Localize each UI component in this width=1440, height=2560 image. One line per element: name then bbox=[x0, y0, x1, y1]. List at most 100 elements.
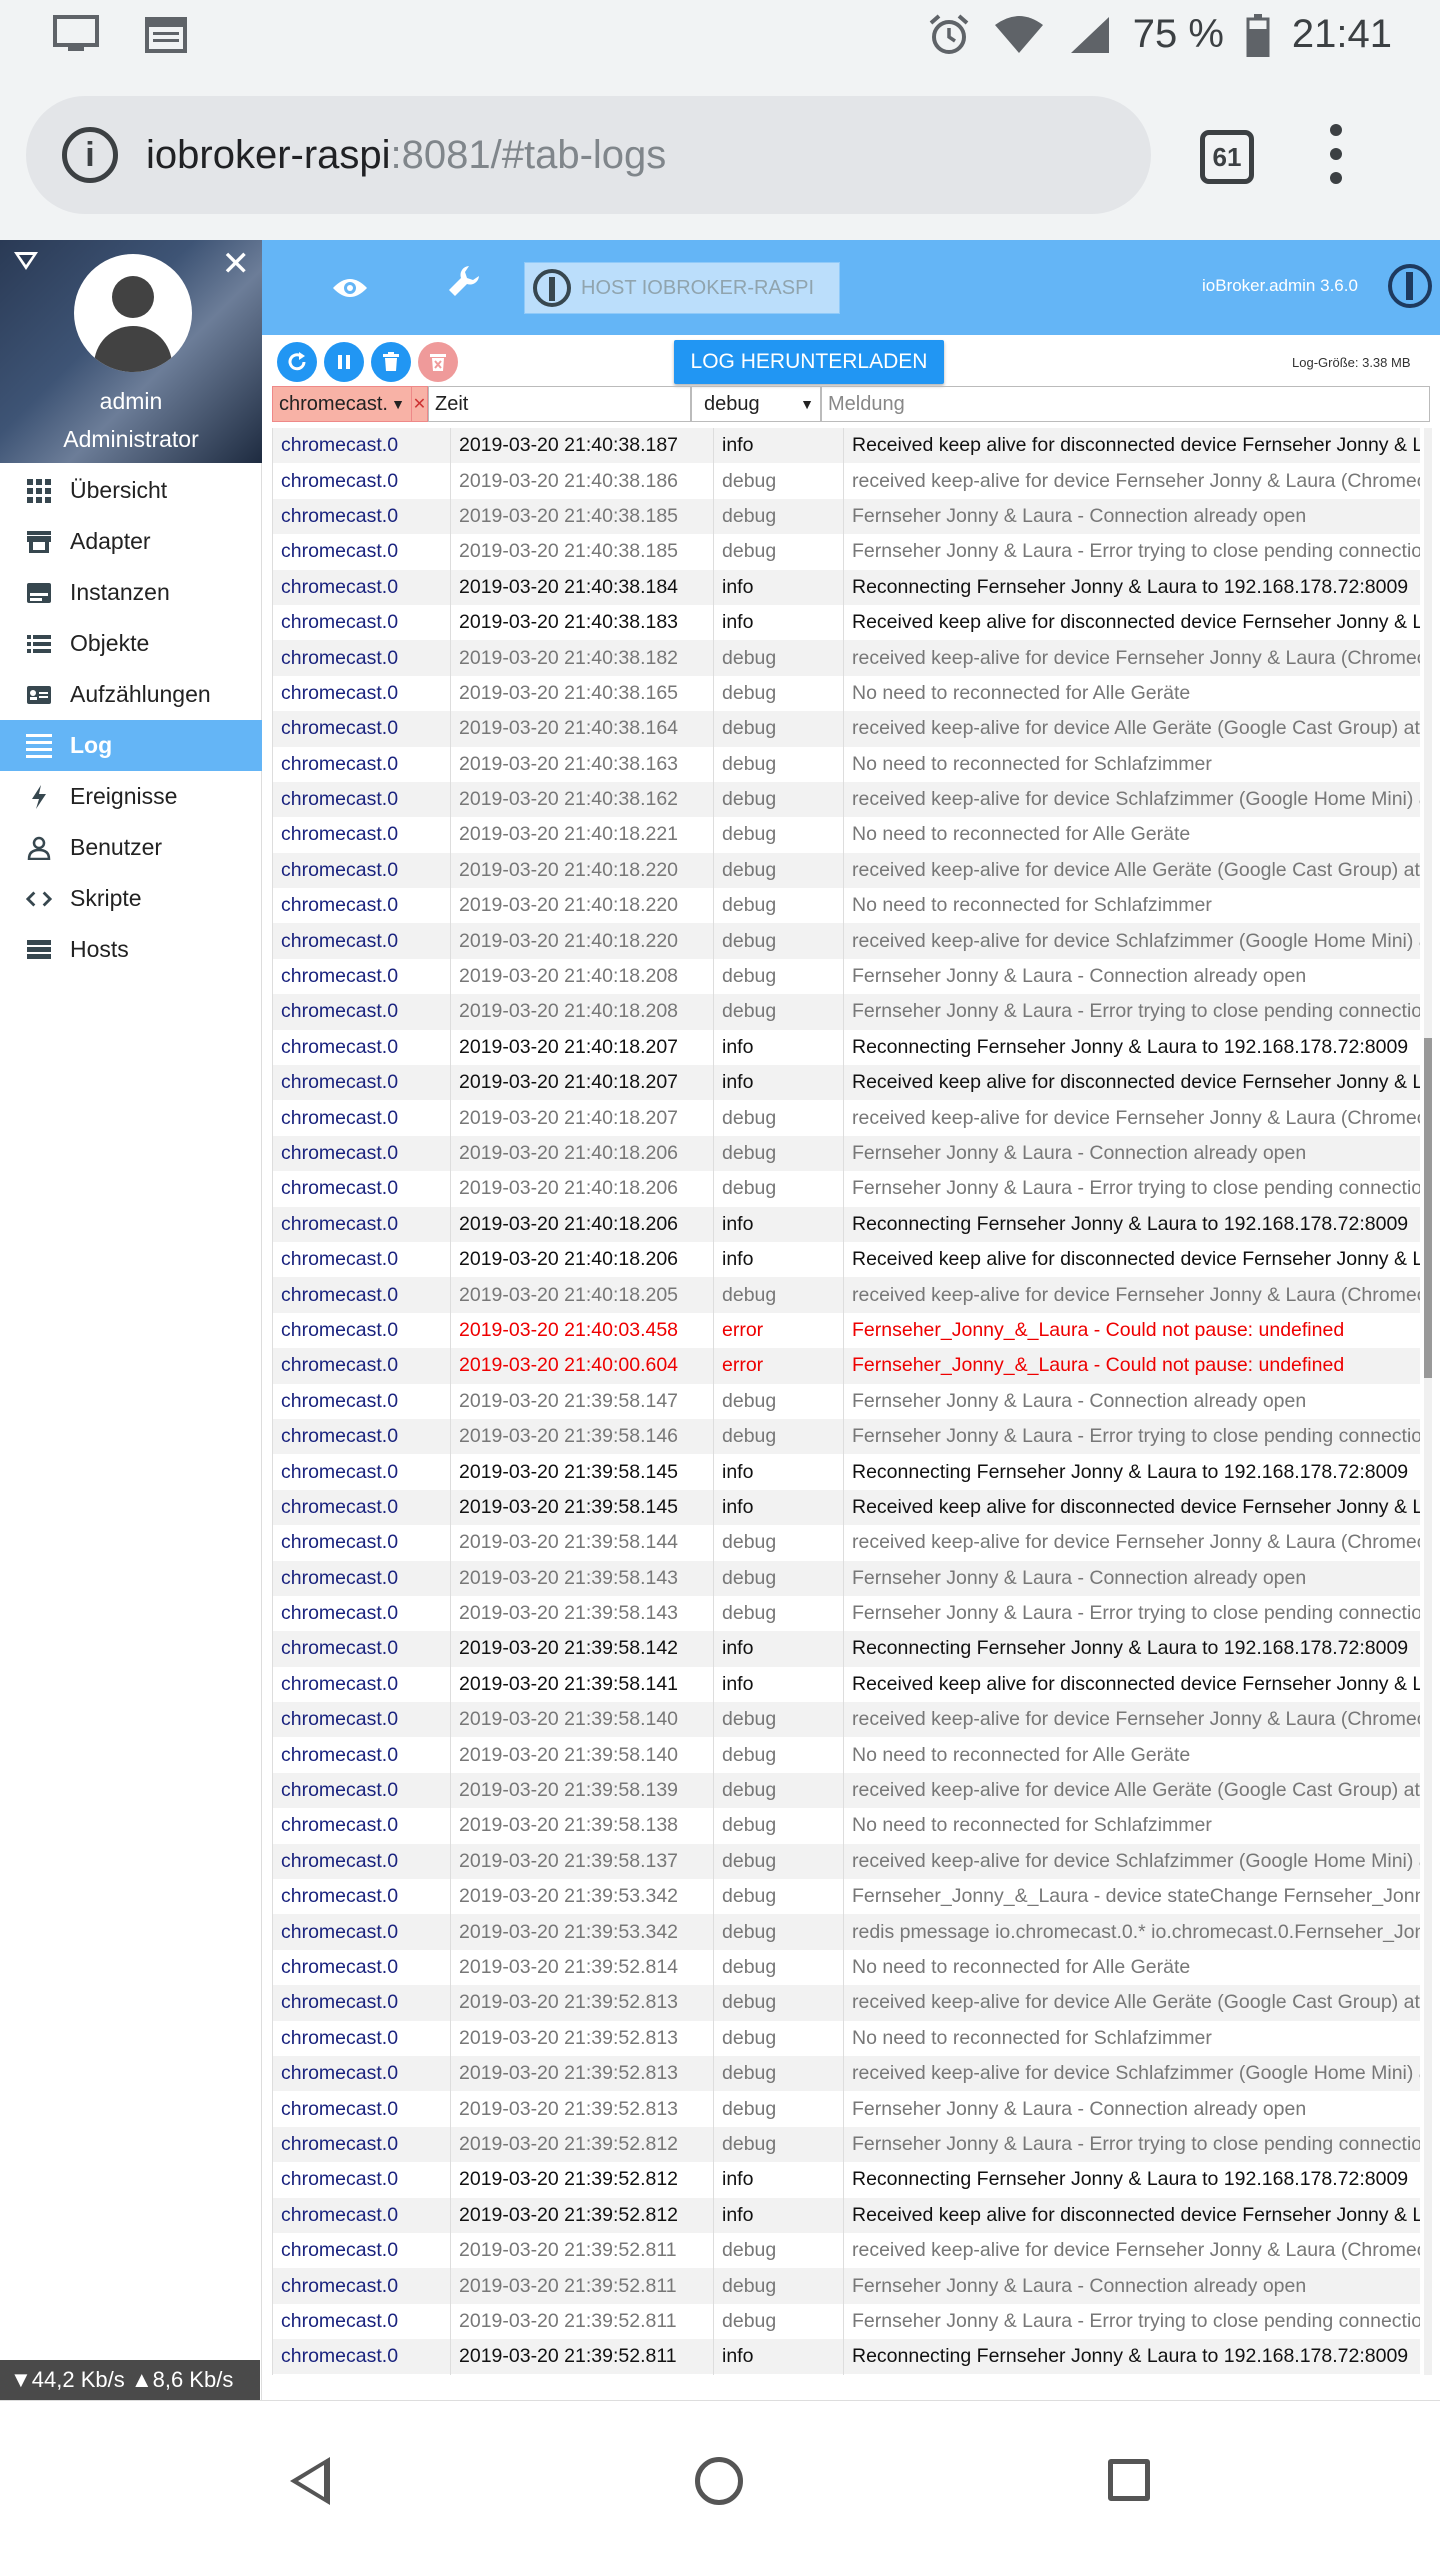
severity-filter-select[interactable]: debug ▼ bbox=[691, 386, 821, 422]
close-sidebar-icon[interactable]: ✕ bbox=[222, 244, 251, 284]
log-time: 2019-03-20 21:40:18.207 bbox=[451, 1065, 714, 1101]
log-message: No need to reconnected for Alle Geräte bbox=[852, 1743, 1191, 1766]
sidebar-item-objekte[interactable]: Objekte bbox=[0, 618, 262, 669]
tab-switcher-button[interactable]: 61 bbox=[1200, 130, 1254, 184]
log-source: chromecast.0 bbox=[273, 534, 451, 570]
log-time: 2019-03-20 21:40:38.187 bbox=[451, 428, 714, 464]
home-icon[interactable] bbox=[695, 2457, 743, 2505]
log-scrollbar[interactable] bbox=[1424, 428, 1432, 2375]
flash-icon bbox=[26, 784, 52, 810]
log-time: 2019-03-20 21:39:58.143 bbox=[451, 1595, 714, 1632]
sidebar-item-log[interactable]: Log bbox=[0, 720, 262, 771]
sidebar-item-instanzen[interactable]: Instanzen bbox=[0, 567, 262, 618]
log-severity: debug bbox=[714, 2126, 844, 2163]
log-time: 2019-03-20 21:39:53.342 bbox=[451, 1879, 714, 1915]
log-message: Fernseher Jonny & Laura - Error trying t… bbox=[852, 2132, 1420, 2155]
sidebar-item-uebersicht[interactable]: Übersicht bbox=[0, 465, 262, 516]
log-severity: debug bbox=[714, 817, 844, 853]
log-source: chromecast.0 bbox=[273, 1418, 451, 1455]
log-time: 2019-03-20 21:39:52.813 bbox=[451, 2055, 714, 2092]
enum-icon bbox=[26, 685, 52, 705]
log-source: chromecast.0 bbox=[273, 1029, 451, 1066]
log-row: chromecast.0 2019-03-20 21:39:52.812 info R… bbox=[273, 2197, 1420, 2233]
log-row: chromecast.0 2019-03-20 21:40:18.220 debug… bbox=[273, 852, 1420, 889]
screen-cast-icon bbox=[53, 15, 99, 51]
log-severity: debug bbox=[714, 852, 844, 889]
log-severity: info bbox=[714, 1454, 844, 1490]
log-severity: debug bbox=[714, 1949, 844, 1986]
log-severity: info bbox=[714, 1206, 844, 1242]
sidebar-item-ereignisse[interactable]: Ereignisse bbox=[0, 771, 262, 822]
instances-icon bbox=[26, 582, 52, 604]
log-time: 2019-03-20 21:40:18.207 bbox=[451, 1100, 714, 1136]
log-severity: info bbox=[714, 1241, 844, 1278]
sidebar-item-hosts[interactable]: Hosts bbox=[0, 924, 262, 975]
site-info-icon[interactable]: i bbox=[62, 127, 118, 183]
log-source: chromecast.0 bbox=[273, 1843, 451, 1880]
log-time: 2019-03-20 21:39:58.141 bbox=[451, 1666, 714, 1703]
log-message: received keep-alive for device Fernseher… bbox=[852, 1283, 1420, 1306]
user-role: Administrator bbox=[63, 426, 199, 452]
time-filter-input[interactable]: Zeit bbox=[428, 386, 691, 422]
log-message: received keep-alive for device Alle Gerä… bbox=[852, 1991, 1420, 2014]
log-time: 2019-03-20 21:40:38.164 bbox=[451, 711, 714, 747]
log-row: chromecast.0 2019-03-20 21:40:18.206 debug… bbox=[273, 1135, 1420, 1172]
log-row: chromecast.0 2019-03-20 21:40:18.206 info R… bbox=[273, 1241, 1420, 1278]
wrench-icon[interactable] bbox=[447, 264, 481, 308]
log-message: No need to reconnected for Schlafzimmer bbox=[852, 2026, 1212, 2049]
wifi-icon bbox=[994, 15, 1043, 53]
log-message: received keep-alive for device Alle Gerä… bbox=[852, 1779, 1420, 1802]
sidebar-item-adapter[interactable]: Adapter bbox=[0, 516, 262, 567]
network-speed-overlay: ▼44,2 Kb/s ▲8,6 Kb/s bbox=[0, 2360, 260, 2400]
dropdown-arrow-icon: ▼ bbox=[800, 396, 814, 412]
time-filter-label: Zeit bbox=[435, 392, 469, 415]
collapse-triangle-icon[interactable] bbox=[14, 252, 38, 270]
log-severity: debug bbox=[714, 888, 844, 924]
browser-menu-icon[interactable] bbox=[1326, 124, 1346, 184]
source-filter-select[interactable]: chromecast. ▼ bbox=[272, 386, 412, 422]
log-severity: info bbox=[714, 2162, 844, 2198]
message-filter-input[interactable]: Meldung bbox=[821, 386, 1430, 422]
sidebar-item-skripte[interactable]: Skripte bbox=[0, 873, 262, 924]
sidebar-item-label: Benutzer bbox=[70, 834, 163, 860]
log-time: 2019-03-20 21:39:52.813 bbox=[451, 2091, 714, 2127]
log-source: chromecast.0 bbox=[273, 1100, 451, 1136]
log-row: chromecast.02019-03-20 21:39:52.810infoR… bbox=[273, 2374, 1420, 2375]
battery-icon bbox=[1246, 13, 1270, 57]
log-message: Reconnecting Fernseher Jonny & Laura to … bbox=[852, 2168, 1409, 2191]
refresh-button[interactable] bbox=[277, 342, 317, 382]
log-message: Received keep alive for disconnected dev… bbox=[844, 2374, 1420, 2375]
clear-source-filter-icon[interactable]: ✕ bbox=[412, 386, 428, 422]
log-message: received keep-alive for device Schlafzim… bbox=[852, 1849, 1420, 1872]
log-time: 2019-03-20 21:39:58.145 bbox=[451, 1454, 714, 1490]
sidebar-item-aufzaehlungen[interactable]: Aufzählungen bbox=[0, 669, 262, 720]
log-message: received keep-alive for device Fernseher… bbox=[852, 469, 1420, 492]
log-severity: debug bbox=[714, 1914, 844, 1950]
user-name: admin bbox=[99, 388, 163, 414]
clear-log-button[interactable] bbox=[371, 342, 411, 382]
back-icon[interactable] bbox=[290, 2457, 330, 2505]
log-source: chromecast.0 bbox=[273, 1702, 451, 1738]
log-message: Fernseher Jonny & Laura - Error trying t… bbox=[852, 1602, 1420, 1625]
log-row: chromecast.0 2019-03-20 21:39:52.813 debug… bbox=[273, 1985, 1420, 2021]
host-selector[interactable]: HOST IOBROKER-RASPI bbox=[524, 262, 840, 314]
log-message: No need to reconnected for Alle Geräte bbox=[852, 1955, 1191, 1978]
sidebar-item-benutzer[interactable]: Benutzer bbox=[0, 822, 262, 873]
log-message: received keep-alive for device Fernseher… bbox=[852, 1531, 1420, 1554]
log-message: Received keep alive for disconnected dev… bbox=[852, 1248, 1420, 1271]
eye-icon[interactable] bbox=[332, 270, 368, 309]
address-bar[interactable]: i iobroker-raspi:8081/#tab-logs bbox=[26, 96, 1151, 214]
recent-apps-icon[interactable] bbox=[1108, 2459, 1150, 2501]
list-icon bbox=[26, 633, 52, 655]
scrollbar-thumb[interactable] bbox=[1424, 1038, 1432, 1378]
log-severity: error bbox=[714, 1348, 844, 1384]
pause-button[interactable] bbox=[324, 342, 364, 382]
log-message: No need to reconnected for Schlafzimmer bbox=[852, 1814, 1212, 1837]
sidebar-item-label: Hosts bbox=[70, 936, 129, 962]
log-severity: debug bbox=[714, 2232, 844, 2269]
download-log-button[interactable]: LOG HERUNTERLADEN bbox=[674, 340, 944, 384]
log-message: Reconnecting Fernseher Jonny & Laura to … bbox=[852, 1637, 1409, 1660]
delete-log-file-button[interactable] bbox=[418, 342, 458, 382]
log-row: chromecast.0 2019-03-20 21:40:00.604 error… bbox=[273, 1348, 1420, 1384]
log-source: chromecast.0 bbox=[273, 1808, 451, 1844]
